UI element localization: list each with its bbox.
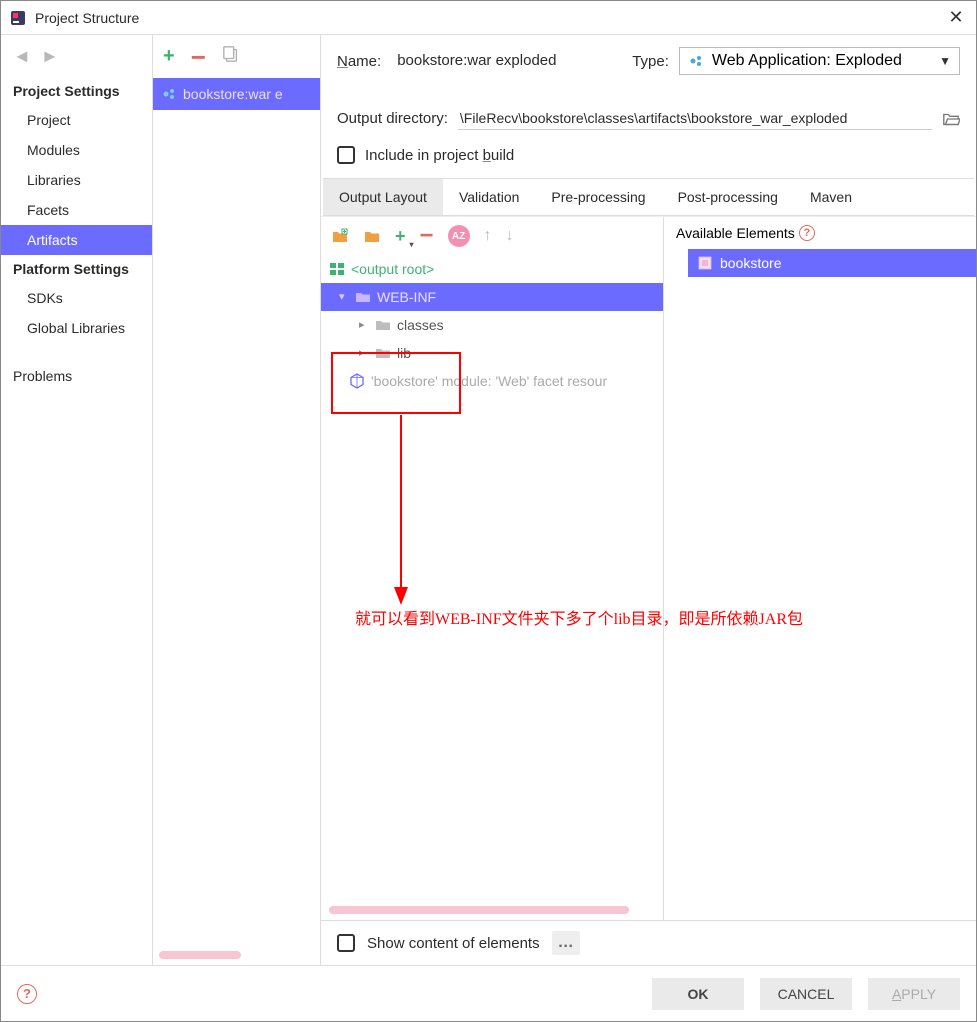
sidebar-item-artifacts[interactable]: Artifacts (1, 225, 152, 255)
sidebar-item-sdks[interactable]: SDKs (1, 283, 152, 313)
folder-icon (375, 345, 391, 361)
chevron-right-icon: ▸ (359, 346, 369, 359)
window-title: Project Structure (35, 10, 944, 26)
tree-lib-label: lib (397, 345, 411, 361)
add-artifact-icon[interactable]: + (163, 45, 175, 68)
settings-sidebar: ◄ ► Project Settings Project Modules Lib… (1, 35, 153, 965)
annotation-text: 就可以看到WEB-INF文件夹下多了个lib目录，即是所依赖JAR包 (355, 605, 965, 629)
tree-root-label: <output root> (351, 261, 434, 277)
tree-classes-label: classes (397, 317, 444, 333)
include-build-checkbox[interactable] (337, 146, 355, 164)
folder-icon (355, 289, 371, 305)
war-exploded-icon (161, 86, 177, 102)
sidebar-item-global-libs[interactable]: Global Libraries (1, 313, 152, 343)
nav-forward-icon[interactable]: ► (41, 47, 59, 65)
include-build-label: Include in project build (365, 147, 514, 164)
tree-module-label: 'bookstore' module: 'Web' facet resour (371, 373, 607, 389)
apply-button[interactable]: APPLY (868, 978, 960, 1010)
tab-post-processing[interactable]: Post-processing (662, 179, 794, 215)
sidebar-item-facets[interactable]: Facets (1, 195, 152, 225)
sidebar-heading-platform: Platform Settings (1, 255, 152, 283)
remove-element-icon[interactable]: − (420, 231, 434, 241)
artifact-list-panel: + − bookstore:war e (153, 35, 321, 965)
cancel-button[interactable]: CANCEL (760, 978, 852, 1010)
available-item-bookstore[interactable]: bookstore (688, 249, 976, 277)
sidebar-item-problems[interactable]: Problems (1, 361, 152, 391)
new-folder-icon[interactable] (331, 227, 349, 245)
tree-webinf[interactable]: ▾ WEB-INF (321, 283, 663, 311)
app-icon (9, 9, 27, 27)
tree-scrollbar[interactable] (329, 906, 629, 914)
tree-lib[interactable]: ▸ lib (321, 339, 663, 367)
sidebar-item-project[interactable]: Project (1, 105, 152, 135)
help-icon[interactable]: ? (799, 225, 815, 241)
artifact-tabs: Output Layout Validation Pre-processing … (323, 178, 974, 216)
sidebar-item-modules[interactable]: Modules (1, 135, 152, 165)
sidebar-item-libraries[interactable]: Libraries (1, 165, 152, 195)
output-dir-input[interactable] (458, 107, 932, 130)
tree-output-root[interactable]: <output root> (321, 255, 663, 283)
sort-az-icon[interactable]: AZ (448, 225, 470, 247)
ok-button[interactable]: OK (652, 978, 744, 1010)
chevron-down-icon: ▾ (339, 290, 349, 303)
module-icon (349, 373, 365, 389)
type-label: Type: (632, 53, 669, 70)
add-copy-icon[interactable]: + (395, 226, 406, 247)
project-icon (698, 256, 712, 270)
sidebar-heading-project: Project Settings (1, 77, 152, 105)
tab-validation[interactable]: Validation (443, 179, 535, 215)
available-elements-title: Available Elements (676, 225, 795, 241)
tab-pre-processing[interactable]: Pre-processing (535, 179, 661, 215)
folder-icon (375, 317, 391, 333)
nav-back-icon[interactable]: ◄ (13, 47, 31, 65)
titlebar: Project Structure ✕ (1, 1, 976, 35)
tree-webinf-label: WEB-INF (377, 289, 436, 305)
copy-artifact-icon[interactable] (222, 45, 240, 68)
web-app-icon (688, 53, 704, 69)
remove-artifact-icon[interactable]: − (191, 52, 206, 62)
dialog-footer: ? OK CANCEL APPLY (1, 965, 976, 1021)
chevron-right-icon: ▸ (359, 318, 369, 331)
artifact-detail-panel: Name: Type: Web Application: Exploded ▼ … (321, 35, 976, 965)
type-value: Web Application: Exploded (712, 52, 902, 70)
artifact-item-label: bookstore:war e (183, 86, 283, 102)
tree-module-facet[interactable]: 'bookstore' module: 'Web' facet resour (321, 367, 663, 395)
move-down-icon[interactable]: ↓ (506, 227, 514, 245)
name-label: Name: (337, 53, 381, 70)
output-root-icon (329, 261, 345, 277)
tab-output-layout[interactable]: Output Layout (323, 179, 443, 215)
output-dir-label: Output directory: (337, 110, 448, 127)
artifact-list-item[interactable]: bookstore:war e (153, 78, 320, 110)
new-archive-icon[interactable] (363, 227, 381, 245)
close-icon[interactable]: ✕ (944, 7, 968, 28)
output-layout-tree-pane: + − AZ ↑ ↓ <output root> (321, 217, 664, 920)
show-content-label: Show content of elements (367, 935, 540, 952)
dialog-help-icon[interactable]: ? (17, 984, 37, 1004)
chevron-down-icon: ▼ (939, 54, 951, 68)
tab-maven[interactable]: Maven (794, 179, 868, 215)
browse-folder-icon[interactable] (942, 110, 960, 128)
artifact-type-combo[interactable]: Web Application: Exploded ▼ (679, 47, 960, 75)
show-content-options-button[interactable]: … (552, 931, 580, 955)
artifact-name-input[interactable] (391, 48, 602, 74)
output-tree: <output root> ▾ WEB-INF ▸ classes (321, 255, 663, 395)
move-up-icon[interactable]: ↑ (484, 227, 492, 245)
artifact-list-scrollbar[interactable] (159, 951, 241, 959)
tree-classes[interactable]: ▸ classes (321, 311, 663, 339)
show-content-checkbox[interactable] (337, 934, 355, 952)
available-elements-pane: Available Elements ? bookstore (664, 217, 976, 920)
available-item-label: bookstore (720, 255, 781, 271)
